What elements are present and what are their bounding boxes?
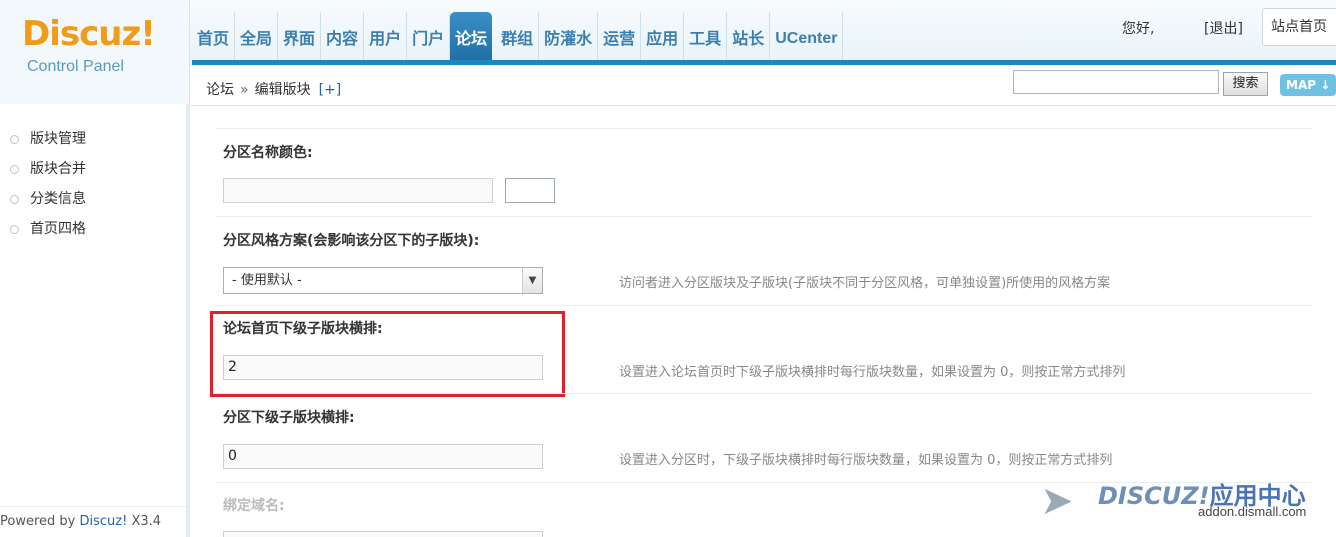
nav-forum[interactable]: 论坛	[450, 12, 493, 62]
nav-portal[interactable]: 门户	[407, 12, 451, 62]
watermark-brand-text: DISCUZ!	[1098, 482, 1210, 510]
watermark: ➤ DISCUZ!应用中心 addon.dismall.com	[1040, 470, 1336, 537]
logo[interactable]: Discuz! Control Panel	[0, 0, 190, 104]
row-divider	[216, 216, 1312, 217]
watermark-url: addon.dismall.com	[1198, 504, 1307, 519]
greeting-text: 您好,	[1122, 21, 1155, 37]
logout-link[interactable]: [退出]	[1204, 18, 1243, 38]
chevron-down-icon[interactable]: ▼	[522, 268, 542, 293]
header-bar: 首页 全局 界面 内容 用户 门户 论坛 群组 防灌水 运营 应用 工具 站长 …	[0, 0, 1336, 66]
breadcrumb-separator: »	[240, 82, 249, 98]
bullet-icon	[10, 225, 19, 234]
style-scheme-tip: 访问者进入分区版块及子版块(子版块不同于分区风格，可单独设置)所使用的风格方案	[619, 276, 1111, 291]
powered-version: X3.4	[127, 514, 162, 529]
breadcrumb-current: 编辑版块	[254, 82, 311, 98]
user-info: 您好, [退出]	[1122, 18, 1243, 38]
main-nav: 首页 全局 界面 内容 用户 门户 论坛 群组 防灌水 运营 应用 工具 站长 …	[192, 12, 844, 62]
domain-label: 绑定域名:	[223, 498, 285, 514]
domain-input[interactable]	[223, 531, 543, 537]
site-home-button[interactable]: 站点首页	[1262, 8, 1336, 46]
nav-webmaster[interactable]: 站长	[727, 12, 771, 62]
name-color-label: 分区名称颜色:	[223, 145, 313, 161]
sidebar-item-forum-merge[interactable]: 版块合并	[0, 154, 186, 184]
category-sub-tip: 设置进入分区时，下级子版块横排时每行版块数量，如果设置为 0，则按正常方式排列	[619, 453, 1113, 468]
paper-plane-icon: ➤	[1040, 478, 1074, 524]
category-sub-label: 分区下级子版块横排:	[223, 410, 355, 426]
index-sub-tip: 设置进入论坛首页时下级子版块横排时每行版块数量，如果设置为 0，则按正常方式排列	[619, 365, 1126, 380]
row-divider	[216, 393, 1312, 394]
style-scheme-select[interactable]: - 使用默认 - ▼	[223, 267, 543, 294]
nav-apps[interactable]: 应用	[641, 12, 685, 62]
nav-content[interactable]: 内容	[321, 12, 365, 62]
style-scheme-selected: - 使用默认 -	[232, 273, 302, 288]
search-button[interactable]: 搜索	[1223, 72, 1268, 96]
highlight-box	[210, 311, 565, 397]
nav-home[interactable]: 首页	[192, 12, 236, 62]
powered-by: Powered by Discuz! X3.4	[0, 514, 161, 529]
category-sub-input[interactable]: 0	[223, 444, 543, 469]
nav-interface[interactable]: 界面	[278, 12, 322, 62]
sub-bar: 论坛 » 编辑版块 [+] 搜索 MAP ↓	[190, 66, 1336, 106]
logo-brand: Discuz!	[22, 14, 156, 54]
bullet-icon	[10, 165, 19, 174]
style-scheme-label: 分区风格方案(会影响该分区下的子版块):	[223, 233, 480, 249]
sidebar-item-forum-manage[interactable]: 版块管理	[0, 124, 186, 154]
nav-operations[interactable]: 运营	[598, 12, 642, 62]
breadcrumb: 论坛 » 编辑版块 [+]	[206, 79, 341, 99]
nav-tools[interactable]: 工具	[684, 12, 728, 62]
powered-prefix: Powered by	[0, 514, 80, 529]
sidebar-divider	[0, 506, 186, 507]
breadcrumb-root[interactable]: 论坛	[206, 82, 234, 98]
row-divider	[216, 305, 1312, 306]
color-picker-swatch[interactable]	[505, 178, 555, 203]
sidebar-menu: 版块管理 版块合并 分类信息 首页四格	[0, 124, 186, 244]
powered-brand-link[interactable]: Discuz!	[79, 514, 127, 529]
add-shortcut-link[interactable]: [+]	[319, 82, 342, 98]
sidebar-item-index-grid[interactable]: 首页四格	[0, 214, 186, 244]
bullet-icon	[10, 135, 19, 144]
name-color-input[interactable]	[223, 178, 493, 203]
nav-groups[interactable]: 群组	[496, 12, 540, 62]
nav-underline	[192, 60, 1336, 65]
nav-global[interactable]: 全局	[235, 12, 279, 62]
sidebar-item-thread-types[interactable]: 分类信息	[0, 184, 186, 214]
sidebar: 版块管理 版块合并 分类信息 首页四格 Powered by Discuz! X…	[0, 104, 190, 537]
search-input[interactable]	[1013, 70, 1219, 94]
admin-control-panel: 首页 全局 界面 内容 用户 门户 论坛 群组 防灌水 运营 应用 工具 站长 …	[0, 0, 1336, 537]
row-divider	[216, 128, 1312, 129]
sidebar-item-label: 首页四格	[30, 221, 86, 237]
sidebar-item-label: 版块合并	[30, 161, 86, 177]
nav-antispam[interactable]: 防灌水	[539, 12, 599, 62]
logo-subtitle: Control Panel	[27, 58, 124, 75]
map-button[interactable]: MAP ↓	[1280, 74, 1336, 96]
sidebar-item-label: 版块管理	[30, 131, 86, 147]
bullet-icon	[10, 195, 19, 204]
sidebar-item-label: 分类信息	[30, 191, 86, 207]
nav-users[interactable]: 用户	[364, 12, 408, 62]
nav-ucenter[interactable]: UCenter	[770, 12, 844, 62]
